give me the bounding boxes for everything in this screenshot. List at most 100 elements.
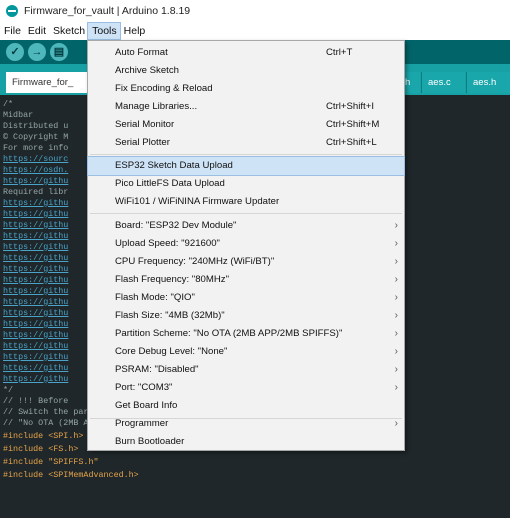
arduino-logo-icon	[6, 5, 18, 17]
code-link[interactable]: https://githu	[3, 275, 68, 286]
menu-item-cpu-frequency[interactable]: CPU Frequency: "240MHz (WiFi/BT)" ›	[88, 253, 404, 271]
tab-aes-c[interactable]: aes.c	[421, 72, 465, 93]
menu-item-board[interactable]: Board: "ESP32 Dev Module" ›	[88, 217, 404, 235]
menu-item-flash-frequency[interactable]: Flash Frequency: "80MHz" ›	[88, 271, 404, 289]
code-line: // !!! Before	[3, 396, 69, 406]
menu-item-label: Board: "ESP32 Dev Module"	[115, 220, 237, 231]
tab-firmware[interactable]: Firmware_for_	[6, 72, 90, 93]
menu-item-get-board-info[interactable]: Get Board Info	[88, 397, 404, 415]
menu-item-auto-format[interactable]: Auto Format Ctrl+T	[88, 44, 404, 62]
code-link[interactable]: https://githu	[3, 330, 68, 341]
submenu-arrow-icon: ›	[394, 346, 398, 357]
menu-item-label: Core Debug Level: "None"	[115, 346, 228, 357]
menu-item-label: Fix Encoding & Reload	[115, 83, 213, 94]
code-link[interactable]: https://githu	[3, 264, 68, 275]
menu-item-fix-encoding[interactable]: Fix Encoding & Reload	[88, 80, 404, 98]
menu-item-pico-littlefs-upload[interactable]: Pico LittleFS Data Upload	[88, 175, 404, 193]
menu-item-partition-scheme[interactable]: Partition Scheme: "No OTA (2MB APP/2MB S…	[88, 325, 404, 343]
code-link[interactable]: https://osdn.	[3, 165, 68, 176]
submenu-arrow-icon: ›	[394, 274, 398, 285]
menu-item-flash-size[interactable]: Flash Size: "4MB (32Mb)" ›	[88, 307, 404, 325]
code-link[interactable]: https://githu	[3, 176, 68, 187]
code-link[interactable]: https://githu	[3, 363, 68, 374]
menu-item-psram[interactable]: PSRAM: "Disabled" ›	[88, 361, 404, 379]
menu-item-label: WiFi101 / WiFiNINA Firmware Updater	[115, 196, 280, 207]
menu-item-label: Serial Monitor	[115, 119, 175, 130]
menu-item-flash-mode[interactable]: Flash Mode: "QIO" ›	[88, 289, 404, 307]
menu-item-shortcut: Ctrl+Shift+L	[326, 137, 377, 148]
submenu-arrow-icon: ›	[394, 256, 398, 267]
menu-item-programmer[interactable]: Programmer ›	[88, 415, 404, 433]
new-icon[interactable]: ▤	[50, 43, 68, 61]
menu-item-upload-speed[interactable]: Upload Speed: "921600" ›	[88, 235, 404, 253]
code-link[interactable]: https://githu	[3, 374, 68, 385]
code-link[interactable]: https://githu	[3, 352, 68, 363]
menu-item-burn-bootloader[interactable]: Burn Bootloader	[88, 433, 404, 451]
submenu-arrow-icon: ›	[394, 220, 398, 231]
menu-separator	[90, 213, 402, 214]
menu-item-archive-sketch[interactable]: Archive Sketch	[88, 62, 404, 80]
menu-item-label: PSRAM: "Disabled"	[115, 364, 199, 375]
code-link[interactable]: https://githu	[3, 198, 68, 209]
menu-separator	[90, 154, 402, 155]
menu-tools[interactable]: Tools	[87, 22, 121, 40]
code-link[interactable]: https://githu	[3, 231, 68, 242]
menu-item-esp32-data-upload[interactable]: ESP32 Sketch Data Upload	[87, 156, 405, 176]
tab-aes-h[interactable]: aes.h	[466, 72, 510, 93]
submenu-arrow-icon: ›	[394, 292, 398, 303]
code-include: #include <SPIMemAdvanced.h>	[3, 470, 139, 480]
menu-item-core-debug-level[interactable]: Core Debug Level: "None" ›	[88, 343, 404, 361]
code-line: /*	[3, 99, 14, 109]
verify-icon[interactable]: ✓	[6, 43, 24, 61]
code-line: Midbar	[3, 110, 34, 120]
menu-item-serial-plotter[interactable]: Serial Plotter Ctrl+Shift+L	[88, 134, 404, 152]
menu-item-label: Burn Bootloader	[115, 436, 185, 447]
code-link[interactable]: https://githu	[3, 308, 68, 319]
menu-item-label: Archive Sketch	[115, 65, 179, 76]
menu-item-label: Manage Libraries...	[115, 101, 198, 112]
menu-help[interactable]: Help	[120, 23, 149, 39]
menu-item-label: Pico LittleFS Data Upload	[115, 178, 225, 189]
code-line: */	[3, 385, 14, 395]
code-include: #include <FS.h>	[3, 444, 79, 454]
submenu-arrow-icon: ›	[394, 364, 398, 375]
upload-icon[interactable]: →	[28, 43, 46, 61]
menu-item-label: ESP32 Sketch Data Upload	[115, 160, 233, 171]
code-line: © Copyright M	[3, 132, 69, 142]
menu-item-shortcut: Ctrl+T	[326, 47, 353, 58]
code-include: #include "SPIFFS.h"	[3, 457, 99, 467]
menu-item-label: Flash Frequency: "80MHz"	[115, 274, 229, 285]
menu-item-wifi-firmware-updater[interactable]: WiFi101 / WiFiNINA Firmware Updater	[88, 193, 404, 211]
menu-item-serial-monitor[interactable]: Serial Monitor Ctrl+Shift+M	[88, 116, 404, 134]
code-line: Required libr	[3, 187, 69, 197]
code-line: Distributed u	[3, 121, 69, 131]
submenu-arrow-icon: ›	[394, 382, 398, 393]
code-line: For more info	[3, 143, 69, 153]
menu-item-manage-libraries[interactable]: Manage Libraries... Ctrl+Shift+I	[88, 98, 404, 116]
code-link[interactable]: https://githu	[3, 341, 68, 352]
menu-sketch[interactable]: Sketch	[49, 23, 88, 39]
menu-item-label: Flash Mode: "QIO"	[115, 292, 195, 303]
code-link[interactable]: https://githu	[3, 242, 68, 253]
menu-file[interactable]: File	[0, 23, 24, 39]
menu-item-port[interactable]: Port: "COM3" ›	[88, 379, 404, 397]
menu-item-label: Partition Scheme: "No OTA (2MB APP/2MB S…	[115, 328, 343, 339]
submenu-arrow-icon: ›	[394, 238, 398, 249]
menu-item-label: Programmer	[115, 418, 169, 429]
code-include: #include <SPI.h>	[3, 431, 84, 441]
menu-edit[interactable]: Edit	[24, 23, 49, 39]
code-link[interactable]: https://githu	[3, 253, 68, 264]
code-link[interactable]: https://githu	[3, 209, 68, 220]
menu-bar: File Edit Sketch Tools Help	[0, 22, 510, 40]
tools-menu-dropdown: Auto Format Ctrl+T Archive Sketch Fix En…	[87, 40, 405, 451]
menu-item-shortcut: Ctrl+Shift+I	[326, 101, 374, 112]
code-link[interactable]: https://githu	[3, 286, 68, 297]
title-bar: Firmware_for_vault | Arduino 1.8.19	[0, 0, 510, 22]
menu-item-label: Port: "COM3"	[115, 382, 173, 393]
menu-item-label: Upload Speed: "921600"	[115, 238, 220, 249]
code-link[interactable]: https://githu	[3, 319, 68, 330]
code-link[interactable]: https://sourc	[3, 154, 68, 165]
menu-item-shortcut: Ctrl+Shift+M	[326, 119, 380, 130]
code-link[interactable]: https://githu	[3, 220, 68, 231]
code-link[interactable]: https://githu	[3, 297, 68, 308]
